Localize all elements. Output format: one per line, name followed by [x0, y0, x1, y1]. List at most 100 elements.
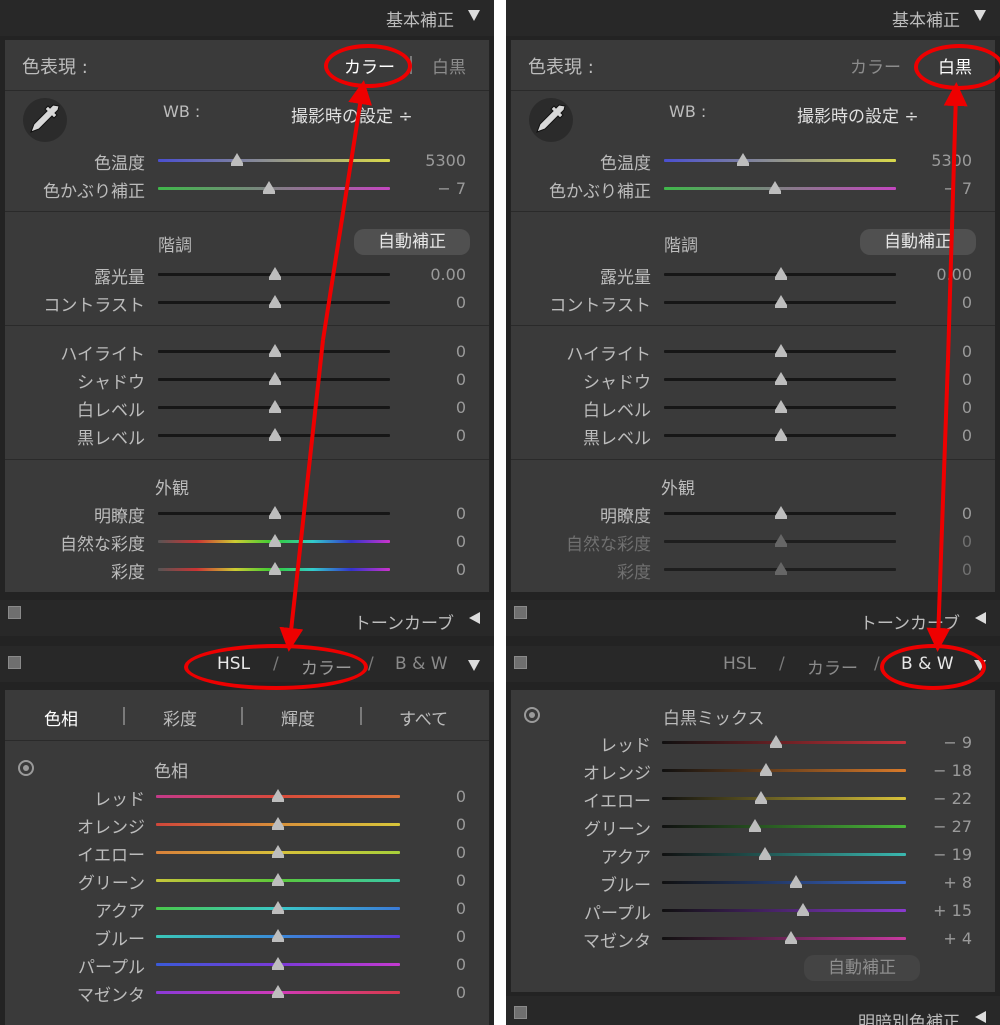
- split-toning-header[interactable]: 明暗別色補正: [506, 996, 1000, 1025]
- hue-row-slider-thumb[interactable]: [272, 985, 284, 998]
- subtab-saturation[interactable]: 彩度: [163, 705, 197, 730]
- bw-row-slider-track[interactable]: [662, 881, 906, 884]
- hue-row-slider-thumb[interactable]: [272, 817, 284, 830]
- highlights-slider-thumb[interactable]: [269, 344, 281, 357]
- whites-slider-thumb[interactable]: [775, 400, 787, 413]
- target-adjust-icon[interactable]: [524, 707, 540, 723]
- hue-row-value[interactable]: 0: [456, 843, 466, 862]
- bw-row-slider-thumb[interactable]: [797, 903, 809, 916]
- tone-curve-header[interactable]: トーンカーブ: [0, 600, 494, 636]
- collapse-triangle-icon[interactable]: [974, 10, 986, 21]
- basic-header[interactable]: 基本補正: [0, 0, 494, 36]
- treatment-bw-option[interactable]: 白黒: [432, 53, 466, 78]
- hue-row-slider-thumb[interactable]: [272, 957, 284, 970]
- bw-row-slider-track[interactable]: [662, 853, 906, 856]
- bw-row-value[interactable]: − 18: [933, 761, 972, 780]
- subtab-luminance[interactable]: 輝度: [281, 705, 315, 730]
- expand-triangle-icon[interactable]: [975, 1011, 986, 1023]
- hue-row-value[interactable]: 0: [456, 927, 466, 946]
- bw-row-slider-track[interactable]: [662, 797, 906, 800]
- highlights-slider-thumb[interactable]: [775, 344, 787, 357]
- whites-value[interactable]: 0: [962, 398, 972, 417]
- exposure-value[interactable]: 0.00: [430, 265, 466, 284]
- whites-value[interactable]: 0: [456, 398, 466, 417]
- bw-row-slider-track[interactable]: [662, 909, 906, 912]
- blacks-value[interactable]: 0: [962, 426, 972, 445]
- subtab-hue[interactable]: 色相: [44, 705, 78, 730]
- hue-row-slider-thumb[interactable]: [272, 901, 284, 914]
- hue-row-slider-thumb[interactable]: [272, 845, 284, 858]
- bw-row-slider-thumb[interactable]: [785, 931, 797, 944]
- bw-row-value[interactable]: − 22: [933, 789, 972, 808]
- vibrance-slider-thumb[interactable]: [269, 534, 281, 547]
- whites-slider-thumb[interactable]: [269, 400, 281, 413]
- basic-header[interactable]: 基本補正: [506, 0, 1000, 36]
- blacks-value[interactable]: 0: [456, 426, 466, 445]
- blacks-slider-thumb[interactable]: [269, 428, 281, 441]
- target-adjust-icon[interactable]: [18, 760, 34, 776]
- hsl-tab[interactable]: HSL: [723, 654, 756, 674]
- temp-value[interactable]: 5300: [931, 151, 972, 170]
- panel-toggle-switch[interactable]: [8, 606, 21, 619]
- exposure-value[interactable]: 0.00: [936, 265, 972, 284]
- color-tab[interactable]: カラー: [807, 654, 858, 679]
- shadows-value[interactable]: 0: [962, 370, 972, 389]
- saturation-slider-thumb[interactable]: [269, 562, 281, 575]
- saturation-value[interactable]: 0: [456, 560, 466, 579]
- contrast-value[interactable]: 0: [962, 293, 972, 312]
- bw-row-slider-track[interactable]: [662, 769, 906, 772]
- wb-select[interactable]: 撮影時の設定 ÷: [797, 102, 919, 127]
- temp-value[interactable]: 5300: [425, 151, 466, 170]
- contrast-slider-thumb[interactable]: [775, 295, 787, 308]
- temp-slider-thumb[interactable]: [737, 153, 749, 166]
- hue-row-value[interactable]: 0: [456, 815, 466, 834]
- clarity-slider-thumb[interactable]: [775, 506, 787, 519]
- bw-row-slider-track[interactable]: [662, 741, 906, 744]
- clarity-value[interactable]: 0: [456, 504, 466, 523]
- bw-row-slider-track[interactable]: [662, 825, 906, 828]
- hue-row-value[interactable]: 0: [456, 871, 466, 890]
- expand-triangle-icon[interactable]: [469, 612, 480, 624]
- bw-row-value[interactable]: − 27: [933, 817, 972, 836]
- contrast-slider-thumb[interactable]: [269, 295, 281, 308]
- exposure-slider-thumb[interactable]: [775, 267, 787, 280]
- highlights-value[interactable]: 0: [456, 342, 466, 361]
- temp-slider-track[interactable]: [664, 159, 896, 162]
- subtab-all[interactable]: すべて: [399, 705, 448, 730]
- tint-slider-thumb[interactable]: [769, 181, 781, 194]
- auto-tone-button[interactable]: 自動補正: [354, 229, 470, 255]
- bw-row-slider-thumb[interactable]: [790, 875, 802, 888]
- temp-slider-thumb[interactable]: [231, 153, 243, 166]
- hue-row-slider-thumb[interactable]: [272, 789, 284, 802]
- exposure-slider-thumb[interactable]: [269, 267, 281, 280]
- bw-row-slider-thumb[interactable]: [749, 819, 761, 832]
- bw-row-slider-thumb[interactable]: [759, 847, 771, 860]
- contrast-value[interactable]: 0: [456, 293, 466, 312]
- clarity-slider-thumb[interactable]: [269, 506, 281, 519]
- tone-curve-header[interactable]: トーンカーブ: [506, 600, 1000, 636]
- bw-row-value[interactable]: + 4: [943, 929, 972, 948]
- collapse-triangle-icon[interactable]: [468, 10, 480, 21]
- bw-row-value[interactable]: − 19: [933, 845, 972, 864]
- bw-row-value[interactable]: − 9: [943, 733, 972, 752]
- shadows-slider-thumb[interactable]: [775, 372, 787, 385]
- wb-select[interactable]: 撮影時の設定 ÷: [291, 102, 413, 127]
- hue-row-slider-thumb[interactable]: [272, 929, 284, 942]
- bw-row-value[interactable]: + 8: [943, 873, 972, 892]
- panel-toggle-switch[interactable]: [8, 656, 21, 669]
- highlights-value[interactable]: 0: [962, 342, 972, 361]
- tint-value[interactable]: − 7: [437, 179, 466, 198]
- bw-row-value[interactable]: + 15: [933, 901, 972, 920]
- panel-toggle-switch[interactable]: [514, 656, 527, 669]
- vibrance-value[interactable]: 0: [456, 532, 466, 551]
- clarity-value[interactable]: 0: [962, 504, 972, 523]
- expand-triangle-icon[interactable]: [975, 612, 986, 624]
- panel-toggle-switch[interactable]: [514, 1006, 527, 1019]
- bw-auto-button[interactable]: 自動補正: [804, 955, 920, 981]
- bw-row-slider-thumb[interactable]: [760, 763, 772, 776]
- collapse-triangle-icon[interactable]: [468, 660, 480, 671]
- tint-value[interactable]: − 7: [943, 179, 972, 198]
- shadows-value[interactable]: 0: [456, 370, 466, 389]
- hue-row-value[interactable]: 0: [456, 983, 466, 1002]
- tint-slider-thumb[interactable]: [263, 181, 275, 194]
